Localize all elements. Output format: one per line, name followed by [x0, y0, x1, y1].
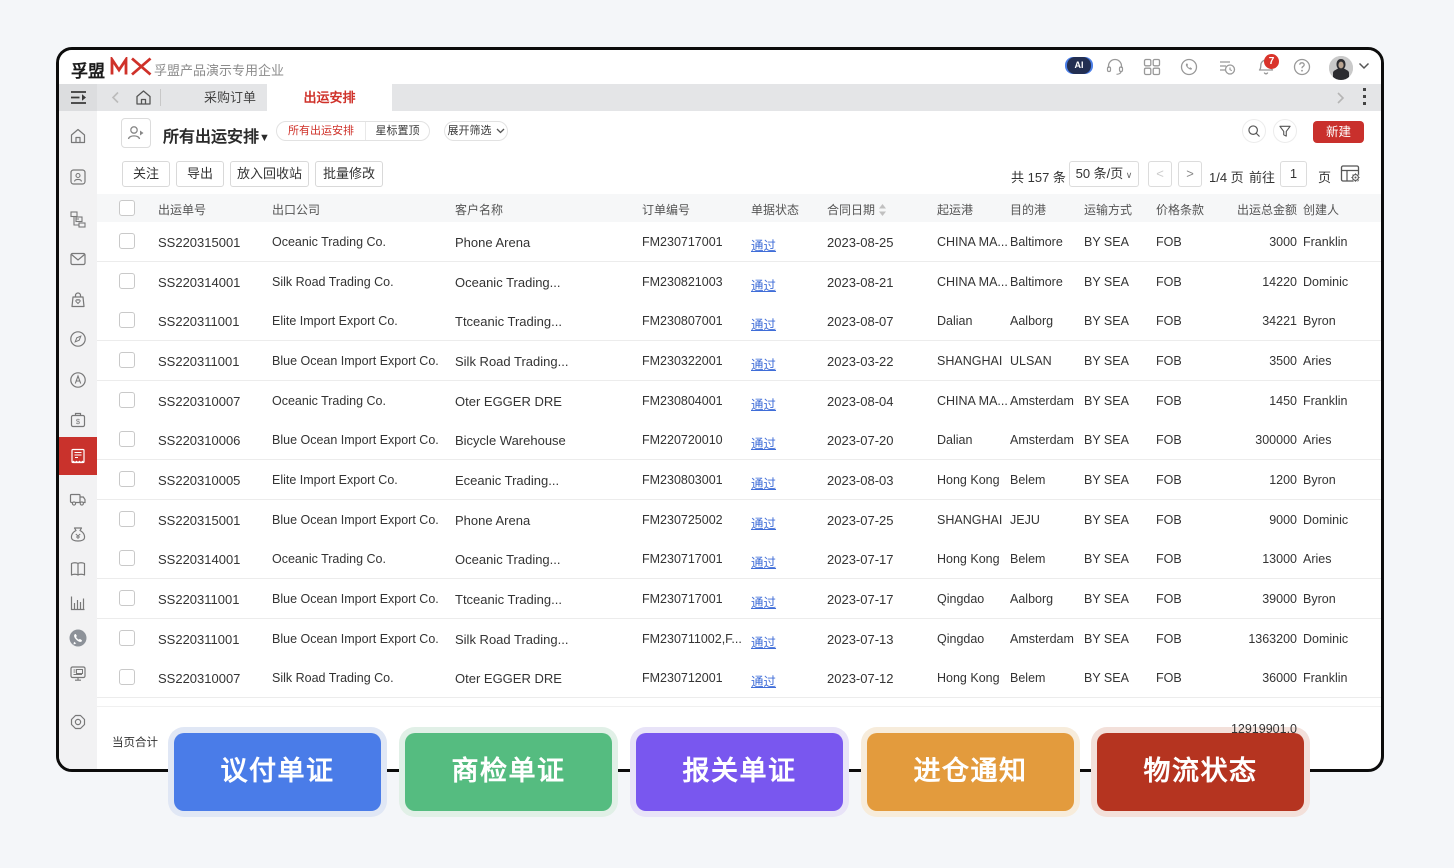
svg-text:$: $	[76, 417, 81, 426]
